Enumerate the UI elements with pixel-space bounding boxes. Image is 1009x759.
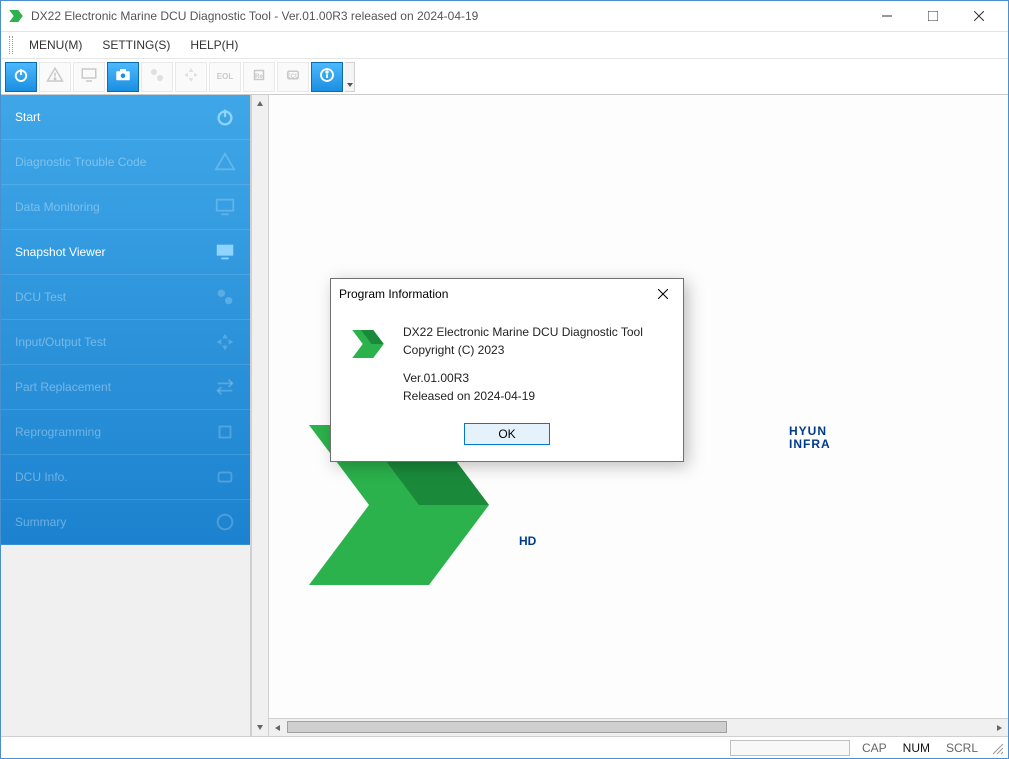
app-icon — [347, 323, 389, 365]
menu-grip — [9, 36, 13, 54]
sidebar-item-label: Diagnostic Trouble Code — [15, 155, 146, 169]
sidebar-item-part-replacement: Part Replacement — [1, 365, 250, 410]
brand-line-2: INFRA — [789, 438, 831, 451]
toolbar-snapshot-button[interactable] — [107, 62, 139, 92]
hd-brand-text: HYUN INFRA — [789, 425, 831, 450]
resize-grip-icon[interactable] — [990, 741, 1004, 755]
sidebar-item-label: DCU Info. — [15, 470, 68, 484]
sidebar-item-label: Summary — [15, 515, 66, 529]
monitor-icon — [214, 196, 236, 218]
scroll-right-icon[interactable] — [990, 719, 1008, 736]
scroll-down-icon[interactable] — [252, 718, 268, 736]
toolbar-monitor-button[interactable] — [73, 62, 105, 92]
toolbar-start-button[interactable] — [5, 62, 37, 92]
scroll-up-icon[interactable] — [252, 95, 268, 113]
dialog-release: Released on 2024-04-19 — [403, 387, 643, 405]
monitor-icon — [80, 66, 98, 87]
dialog-info: DX22 Electronic Marine DCU Diagnostic To… — [403, 323, 643, 405]
status-num: NUM — [899, 741, 934, 755]
sidebar-empty — [1, 545, 250, 736]
dialog-close-button[interactable] — [651, 282, 675, 306]
status-scrl: SCRL — [942, 741, 982, 755]
sidebar-item-summary: Summary — [1, 500, 250, 545]
scroll-track[interactable] — [252, 113, 268, 718]
scroll-track[interactable] — [287, 719, 990, 736]
sidebar-item-label: Part Replacement — [15, 380, 111, 394]
toolbar-reprogram-button[interactable]: Re — [243, 62, 275, 92]
toolbar-ecu-button[interactable]: ECU — [277, 62, 309, 92]
app-icon — [7, 7, 25, 25]
arrows-icon — [214, 331, 236, 353]
sidebar-item-label: Input/Output Test — [15, 335, 106, 349]
window-titlebar: DX22 Electronic Marine DCU Diagnostic To… — [1, 1, 1008, 31]
gear-icon — [148, 66, 166, 87]
eol-label: EOL — [217, 72, 233, 81]
status-cap: CAP — [858, 741, 891, 755]
toolbar-dcu-test-button[interactable] — [141, 62, 173, 92]
toolbar-dtc-button[interactable] — [39, 62, 71, 92]
swap-icon — [214, 376, 236, 398]
dialog-product-name: DX22 Electronic Marine DCU Diagnostic To… — [403, 323, 643, 341]
window-minimize-button[interactable] — [864, 1, 910, 31]
toolbar-overflow-button[interactable] — [345, 62, 355, 92]
dialog-copyright: Copyright (C) 2023 — [403, 341, 643, 359]
toolbar-eol-button[interactable]: EOL — [209, 62, 241, 92]
power-icon — [12, 66, 30, 87]
svg-text:HD: HD — [519, 534, 537, 548]
sidebar-item-label: DCU Test — [15, 290, 66, 304]
chip-icon — [214, 421, 236, 443]
toolbar-info-button[interactable] — [311, 62, 343, 92]
warning-icon — [214, 151, 236, 173]
sidebar-item-dtc: Diagnostic Trouble Code — [1, 140, 250, 185]
sidebar-item-monitoring: Data Monitoring — [1, 185, 250, 230]
window-title: DX22 Electronic Marine DCU Diagnostic To… — [31, 9, 864, 23]
gear-icon — [214, 286, 236, 308]
sidebar: Start Diagnostic Trouble Code Data Monit… — [1, 95, 250, 545]
sidebar-item-dcu-test: DCU Test — [1, 275, 250, 320]
sidebar-item-label: Reprogramming — [15, 425, 101, 439]
scroll-left-icon[interactable] — [269, 719, 287, 736]
info-icon — [214, 511, 236, 533]
status-bar: CAP NUM SCRL — [1, 736, 1008, 758]
sidebar-item-label: Start — [15, 110, 40, 124]
dialog-body: DX22 Electronic Marine DCU Diagnostic To… — [331, 309, 683, 411]
toolbar-io-test-button[interactable] — [175, 62, 207, 92]
arrows-icon — [182, 66, 200, 87]
dialog-titlebar: Program Information — [331, 279, 683, 309]
power-icon — [214, 106, 236, 128]
scroll-thumb[interactable] — [287, 721, 727, 733]
sidebar-item-snapshot[interactable]: Snapshot Viewer — [1, 230, 250, 275]
camera-icon — [114, 66, 132, 87]
brand-line-1: HYUN — [789, 425, 831, 438]
dialog-version: Ver.01.00R3 — [403, 369, 643, 387]
menu-item-menu[interactable]: MENU(M) — [21, 34, 90, 56]
ok-button[interactable]: OK — [464, 423, 550, 445]
warning-icon — [46, 66, 64, 87]
dialog-buttons: OK — [331, 411, 683, 461]
ecu-icon — [214, 466, 236, 488]
sidebar-container: Start Diagnostic Trouble Code Data Monit… — [1, 95, 251, 736]
horizontal-scrollbar[interactable] — [269, 718, 1008, 736]
info-icon — [318, 66, 336, 87]
dialog-title: Program Information — [339, 287, 651, 301]
sidebar-item-label: Snapshot Viewer — [15, 245, 106, 259]
status-well — [730, 740, 850, 756]
sidebar-item-start[interactable]: Start — [1, 95, 250, 140]
sidebar-item-label: Data Monitoring — [15, 200, 100, 214]
window-close-button[interactable] — [956, 1, 1002, 31]
menu-item-setting[interactable]: SETTING(S) — [94, 34, 178, 56]
monitor-icon — [214, 241, 236, 263]
menu-bar: MENU(M) SETTING(S) HELP(H) — [1, 31, 1008, 59]
menu-item-help[interactable]: HELP(H) — [182, 34, 246, 56]
window-maximize-button[interactable] — [910, 1, 956, 31]
program-info-dialog: Program Information DX22 Electronic Mari… — [330, 278, 684, 462]
vertical-scrollbar[interactable] — [251, 95, 269, 736]
sidebar-item-reprogramming: Reprogramming — [1, 410, 250, 455]
sidebar-item-dcu-info: DCU Info. — [1, 455, 250, 500]
toolbar: EOL Re ECU — [1, 59, 1008, 95]
sidebar-item-io-test: Input/Output Test — [1, 320, 250, 365]
